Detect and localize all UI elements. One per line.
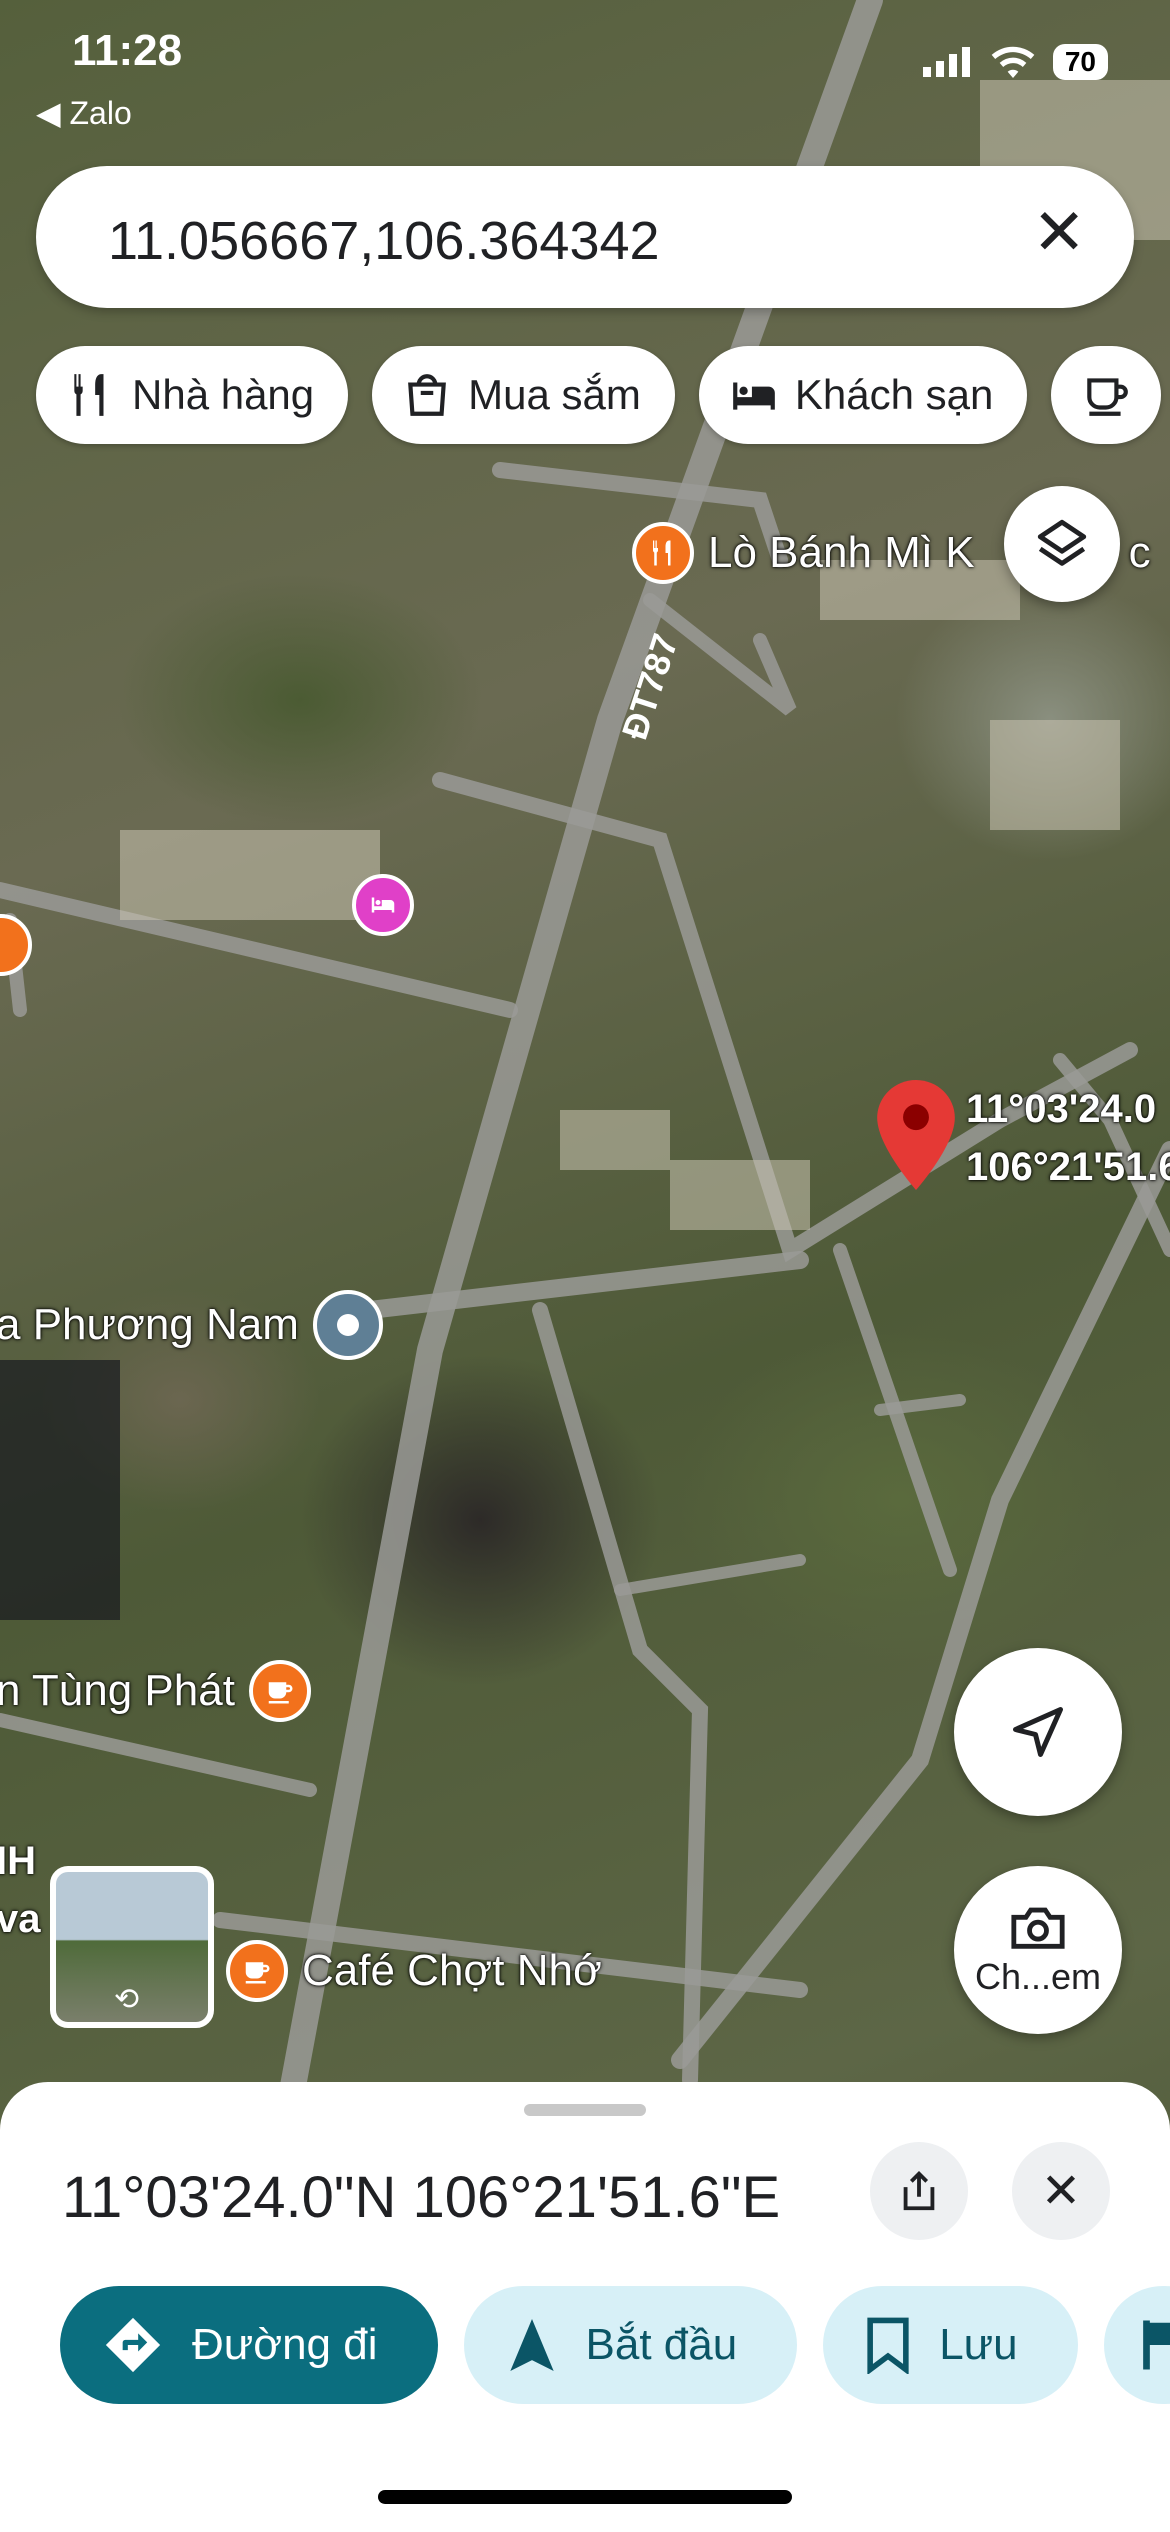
poi-left-cut: IH va bbox=[0, 1832, 41, 1948]
restaurant-icon bbox=[0, 914, 32, 976]
directions-icon bbox=[105, 2317, 161, 2373]
place-bottom-sheet[interactable]: 11°03'24.0"N 106°21'51.6"E ✕ Đường đi Bắ… bbox=[0, 2082, 1170, 2532]
category-chips: Nhà hàng Mua sắm Khách sạn bbox=[36, 346, 1162, 444]
share-icon bbox=[903, 2171, 935, 2211]
battery-indicator: 70 bbox=[1052, 44, 1108, 80]
poi-restaurant-left[interactable] bbox=[0, 914, 32, 976]
status-bar: 11:28 ◀ Zalo 70 bbox=[0, 0, 1170, 131]
pin-coordinates-label: 11°03'24.0 106°21'51.6 bbox=[966, 1080, 1170, 1196]
poi-label: n Tùng Phát bbox=[0, 1666, 235, 1715]
my-location-button[interactable] bbox=[954, 1648, 1122, 1816]
poi-tung-phat[interactable]: n Tùng Phát bbox=[0, 1660, 311, 1722]
save-label: Lưu bbox=[939, 2320, 1018, 2369]
home-indicator[interactable] bbox=[378, 2490, 792, 2504]
bookmark-icon bbox=[867, 2317, 909, 2374]
poi-label: Café Chợt Nhớ bbox=[302, 1946, 602, 1995]
poi-label: IH bbox=[0, 1839, 36, 1883]
restaurant-icon bbox=[632, 522, 694, 584]
chip-cafe[interactable] bbox=[1051, 346, 1162, 444]
cellular-signal-icon bbox=[922, 47, 970, 77]
close-icon: ✕ bbox=[1040, 2165, 1082, 2218]
search-input[interactable]: 11.056667,106.364342 bbox=[108, 210, 660, 272]
flag-icon bbox=[1142, 2320, 1170, 2370]
start-label: Bắt đầu bbox=[585, 2320, 738, 2369]
pin-lat: 11°03'24.0 bbox=[966, 1087, 1157, 1131]
directions-button[interactable]: Đường đi bbox=[60, 2286, 438, 2404]
poi-hotel[interactable] bbox=[352, 874, 414, 936]
cafe-cup-icon bbox=[248, 1660, 311, 1722]
street-view-thumbnail[interactable]: ⟲ bbox=[50, 1866, 214, 2028]
restaurant-icon bbox=[74, 374, 104, 416]
poi-phuong-nam[interactable]: a Phương Nam bbox=[0, 1290, 383, 1360]
place-coordinates: 11°03'24.0"N 106°21'51.6"E bbox=[62, 2165, 781, 2230]
action-buttons: Đường đi Bắt đầu Lưu bbox=[60, 2286, 1170, 2404]
chip-label: Nhà hàng bbox=[132, 371, 315, 418]
start-button[interactable]: Bắt đầu bbox=[463, 2286, 798, 2404]
hotel-bed-icon bbox=[352, 874, 414, 936]
poi-label: Lò Bánh Mì K bbox=[708, 528, 975, 577]
cafe-cup-icon bbox=[226, 1940, 288, 2002]
wifi-icon bbox=[991, 46, 1035, 78]
camera-button-label: Ch...em bbox=[974, 1956, 1102, 1997]
layers-button[interactable] bbox=[1004, 486, 1120, 602]
chip-restaurants[interactable]: Nhà hàng bbox=[36, 346, 349, 444]
share-button[interactable] bbox=[870, 2142, 968, 2240]
clock: 11:28 bbox=[72, 26, 183, 75]
dropped-pin-icon[interactable] bbox=[876, 1080, 956, 1190]
save-button[interactable]: Lưu bbox=[823, 2286, 1078, 2404]
chip-shopping[interactable]: Mua sắm bbox=[372, 346, 675, 444]
close-sheet-button[interactable]: ✕ bbox=[1012, 2142, 1110, 2240]
chip-label: Mua sắm bbox=[468, 371, 641, 418]
navigation-arrow-icon bbox=[509, 2319, 554, 2371]
cafe-cup-icon bbox=[1087, 378, 1129, 416]
layers-icon bbox=[1037, 519, 1087, 566]
directions-label: Đường đi bbox=[192, 2320, 378, 2369]
chip-hotels[interactable]: Khách sạn bbox=[698, 346, 1028, 444]
search-bar[interactable]: 11.056667,106.364342 ✕ bbox=[36, 166, 1134, 308]
back-to-app[interactable]: ◀ Zalo bbox=[36, 94, 132, 132]
close-icon[interactable]: ✕ bbox=[1032, 200, 1086, 264]
sheet-drag-handle[interactable] bbox=[524, 2104, 646, 2116]
poi-label-tail: c bbox=[1128, 528, 1151, 577]
shopping-bag-icon bbox=[408, 374, 447, 416]
street-view-360-icon: ⟲ bbox=[114, 1983, 140, 2016]
chip-label: Khách sạn bbox=[794, 371, 994, 418]
navigation-arrow-icon bbox=[1013, 1707, 1063, 1757]
camera-search-button[interactable]: Ch...em bbox=[954, 1866, 1122, 2034]
more-actions-button[interactable] bbox=[1103, 2286, 1170, 2404]
hotel-bed-icon bbox=[733, 382, 775, 410]
poi-label: va bbox=[0, 1897, 41, 1941]
poi-label: a Phương Nam bbox=[0, 1300, 299, 1349]
poi-cafe-chot-nho[interactable]: Café Chợt Nhớ bbox=[226, 1940, 602, 2002]
camera-icon bbox=[1011, 1907, 1065, 1949]
place-marker-icon bbox=[312, 1290, 383, 1360]
pin-lng: 106°21'51.6 bbox=[966, 1145, 1170, 1189]
